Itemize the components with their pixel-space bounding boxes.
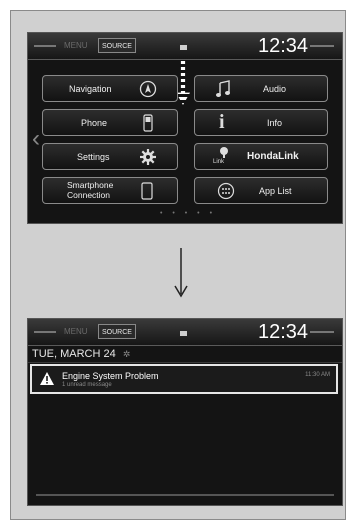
divider	[36, 494, 334, 496]
hondalink-icon	[220, 147, 228, 158]
app-grid-icon	[217, 182, 235, 200]
hondalink-icon-text: Link	[213, 159, 225, 165]
audio-button[interactable]: Audio	[194, 75, 328, 102]
settings-button[interactable]: Settings	[42, 143, 178, 170]
info-button[interactable]: i Info	[194, 109, 328, 136]
audio-label: Audio	[263, 84, 287, 94]
home-screen: MENU SOURCE 12:34 ‹ Navigation Phone Set…	[27, 32, 343, 224]
navigation-label: Navigation	[69, 84, 112, 94]
status-bar: MENU SOURCE 12:34	[28, 33, 342, 60]
gear-icon	[140, 149, 156, 165]
status-bar-divider	[34, 45, 56, 47]
compass-icon	[139, 80, 157, 98]
smartphone-icon	[141, 182, 153, 200]
smartphone-connection-button[interactable]: Smartphone Connection	[42, 177, 178, 204]
mobile-phone-icon	[143, 114, 153, 132]
status-bar-divider	[34, 331, 56, 333]
hondalink-label: HondaLink	[247, 151, 299, 162]
info-label: Info	[267, 118, 283, 128]
clock: 12:34	[258, 35, 309, 57]
source-button[interactable]: SOURCE	[98, 38, 136, 53]
chevron-left-icon[interactable]: ‹	[32, 125, 40, 153]
hondalink-button[interactable]: Link HondaLink	[194, 143, 328, 170]
swipe-down-arrow-icon	[176, 61, 190, 105]
status-bar-divider	[310, 331, 334, 333]
status-bar: MENU SOURCE 12:34	[28, 319, 342, 346]
app-list-button[interactable]: App List	[194, 177, 328, 204]
phone-label: Phone	[81, 118, 108, 128]
battery-icon	[180, 45, 187, 50]
flow-down-arrow-icon	[174, 248, 188, 298]
notification-title: Engine System Problem	[62, 371, 159, 381]
date-text: TUE, MARCH 24	[32, 348, 116, 360]
menu-button[interactable]: MENU	[64, 41, 88, 50]
warning-icon	[40, 372, 54, 385]
status-bar-divider	[310, 45, 334, 47]
phone-button[interactable]: Phone	[42, 109, 178, 136]
menu-button[interactable]: MENU	[64, 327, 88, 336]
navigation-button[interactable]: Navigation	[42, 75, 178, 102]
settings-label: Settings	[77, 152, 110, 162]
notification-subtitle: 1 unread message	[62, 382, 112, 388]
smartphone-connection-label: Smartphone Connection	[67, 180, 114, 200]
notification-time: 11:30 AM	[305, 372, 330, 378]
music-note-icon	[216, 80, 230, 97]
battery-icon	[180, 331, 187, 336]
app-list-label: App List	[259, 186, 292, 196]
info-icon: i	[219, 111, 225, 133]
page-indicator: • • • • •	[160, 210, 217, 217]
weather-icon: ✲	[122, 349, 131, 359]
notification-screen: MENU SOURCE 12:34 TUE, MARCH 24 ✲ Engine…	[27, 318, 343, 506]
clock: 12:34	[258, 321, 309, 343]
notification-item[interactable]: Engine System Problem 1 unread message 1…	[30, 364, 338, 394]
source-button[interactable]: SOURCE	[98, 324, 136, 339]
date-header: TUE, MARCH 24 ✲	[28, 346, 342, 363]
